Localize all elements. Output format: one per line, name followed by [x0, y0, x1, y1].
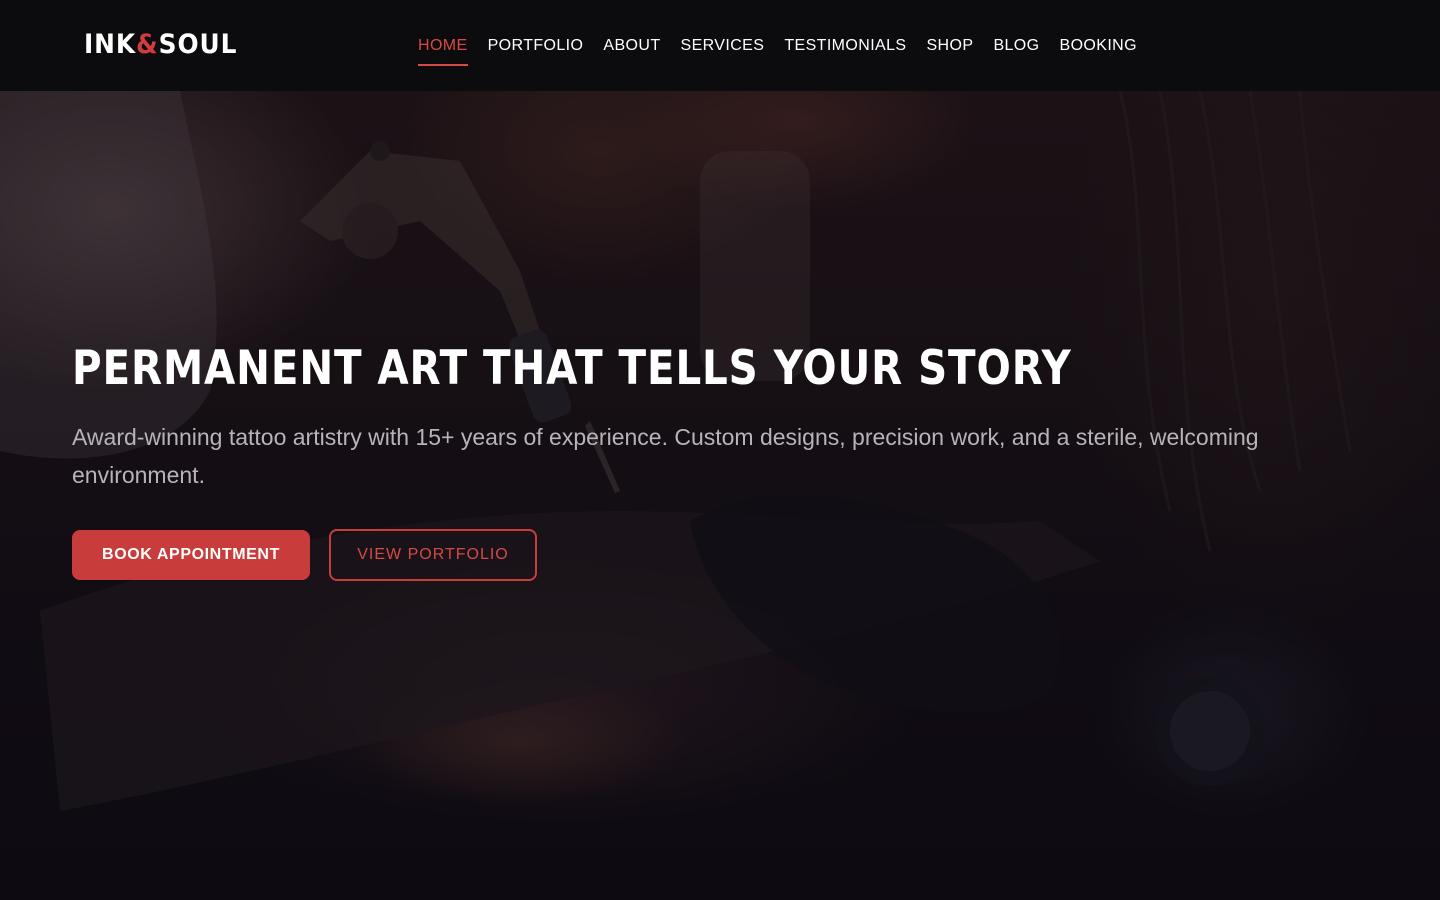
hero-section [0, 91, 1440, 900]
nav-link-services[interactable]: SERVICES [681, 36, 765, 56]
hero-content: PERMANENT ART THAT TELLS YOUR STORY Awar… [72, 340, 1372, 494]
view-portfolio-button[interactable]: VIEW PORTFOLIO [329, 529, 537, 581]
logo-text-ink: INK [84, 29, 137, 60]
hero-buttons: BOOK APPOINTMENT VIEW PORTFOLIO [72, 529, 537, 581]
brand-logo[interactable]: INK&SOUL [84, 29, 237, 61]
site-header: INK&SOUL HOME PORTFOLIO ABOUT SERVICES T… [0, 0, 1440, 91]
nav-link-blog[interactable]: BLOG [993, 36, 1039, 56]
nav-link-about[interactable]: ABOUT [603, 36, 660, 56]
hero-subtitle: Award-winning tattoo artistry with 15+ y… [72, 424, 1259, 488]
logo-text-soul: SOUL [158, 29, 238, 60]
nav-link-shop[interactable]: SHOP [926, 36, 973, 56]
hero-title: PERMANENT ART THAT TELLS YOUR STORY [72, 341, 1072, 396]
main-nav: HOME PORTFOLIO ABOUT SERVICES TESTIMONIA… [418, 0, 1157, 91]
nav-link-home[interactable]: HOME [418, 36, 468, 66]
nav-link-booking[interactable]: BOOKING [1060, 36, 1137, 56]
book-appointment-button[interactable]: BOOK APPOINTMENT [72, 530, 310, 580]
page: INK&SOUL HOME PORTFOLIO ABOUT SERVICES T… [0, 0, 1440, 900]
logo-ampersand: & [136, 29, 159, 60]
nav-link-portfolio[interactable]: PORTFOLIO [488, 36, 584, 56]
nav-link-testimonials[interactable]: TESTIMONIALS [784, 36, 906, 56]
hero-dark-overlay [0, 91, 1440, 900]
